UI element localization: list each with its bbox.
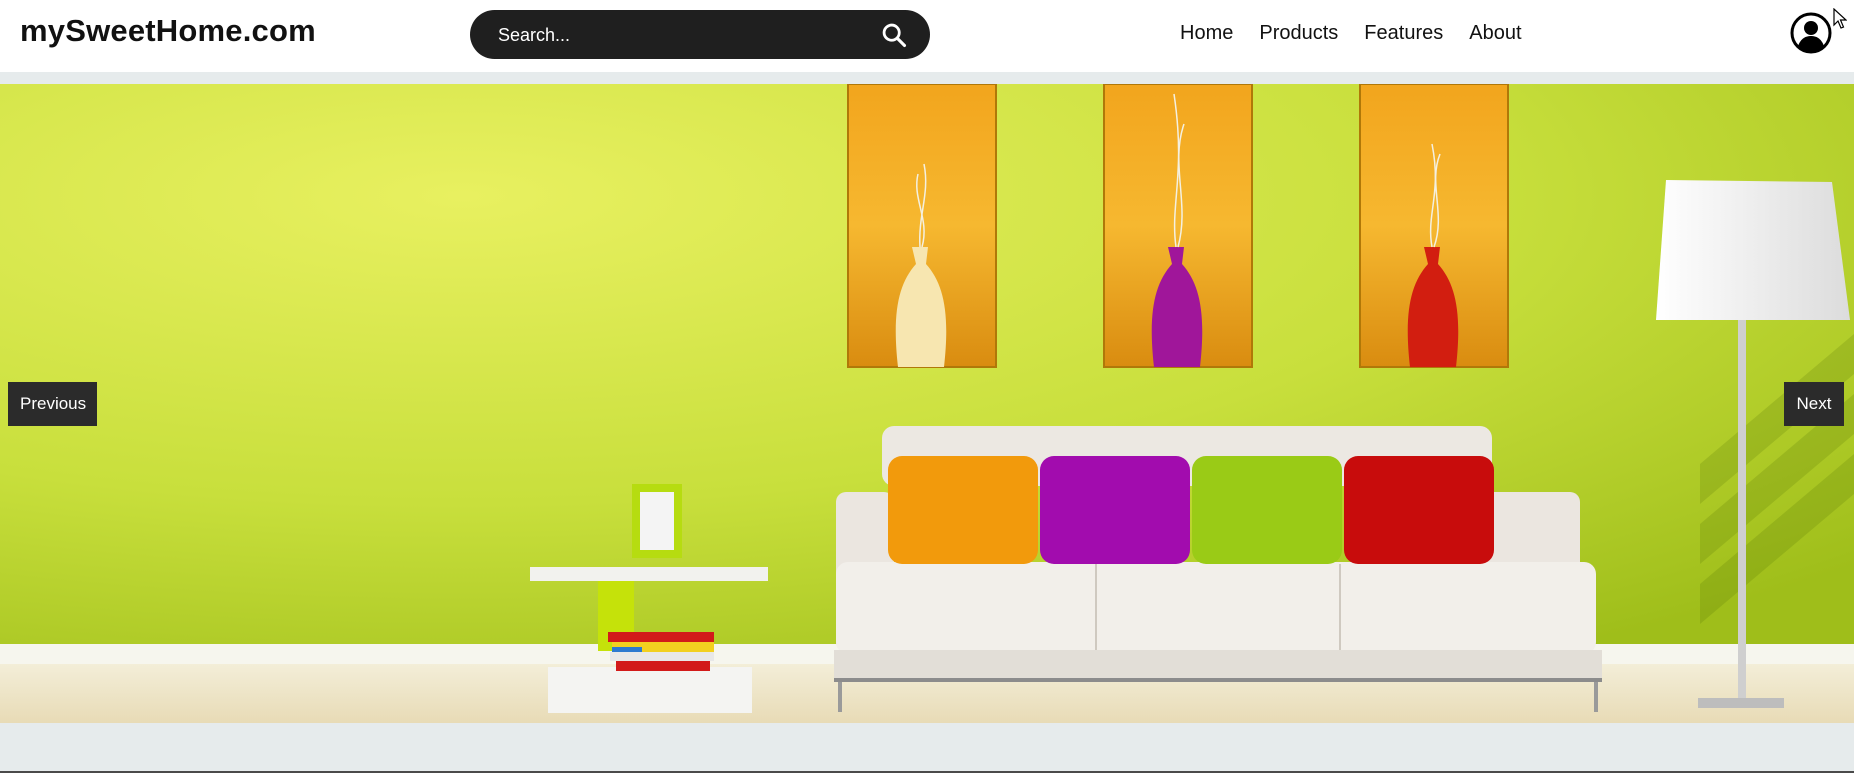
hero-image — [0, 84, 1854, 723]
main-nav: Home Products Features About — [1180, 22, 1522, 45]
top-navbar: mySweetHome.com Home Products Features A… — [0, 0, 1854, 84]
mouse-cursor-icon — [1833, 8, 1847, 29]
page-bottom-strip — [0, 723, 1854, 773]
site-logo-text[interactable]: mySweetHome.com — [20, 13, 316, 49]
carousel-next-button[interactable]: Next — [1784, 382, 1844, 426]
nav-home[interactable]: Home — [1180, 22, 1233, 45]
search-icon[interactable] — [880, 21, 908, 49]
carousel-previous-button[interactable]: Previous — [8, 382, 97, 426]
nav-about[interactable]: About — [1469, 22, 1521, 45]
user-circle-icon[interactable] — [1790, 12, 1832, 54]
search-bar — [470, 10, 930, 59]
nav-features[interactable]: Features — [1364, 22, 1443, 45]
search-input[interactable] — [496, 19, 860, 51]
hero-carousel: Previous Next — [0, 84, 1854, 723]
nav-products[interactable]: Products — [1259, 22, 1338, 45]
